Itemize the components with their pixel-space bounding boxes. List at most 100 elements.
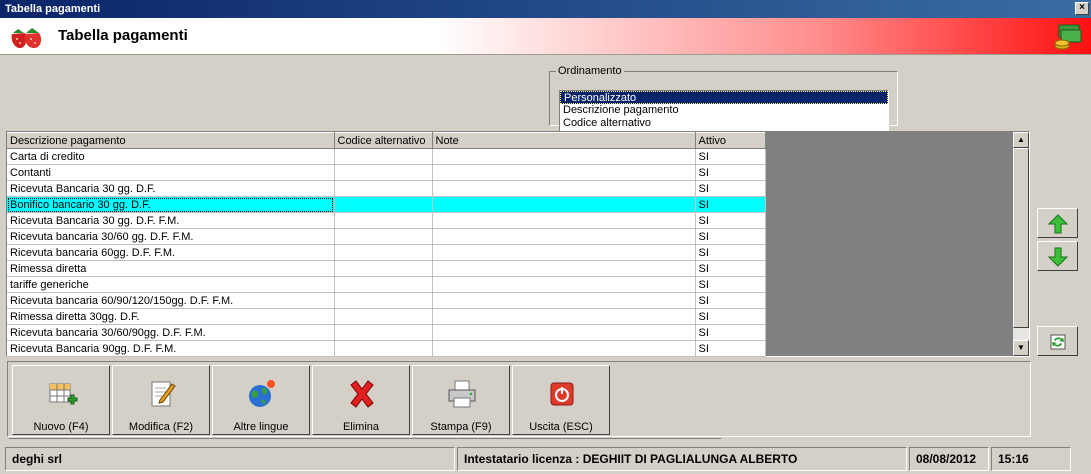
cell-description[interactable]: Carta di credito	[7, 148, 335, 165]
table-row[interactable]: Ricevuta Bancaria 30 gg. D.F. SI	[7, 180, 766, 197]
refresh-button[interactable]	[1037, 326, 1078, 356]
cell-description[interactable]: Contanti	[7, 164, 335, 181]
cell-notes[interactable]	[432, 228, 696, 245]
ordering-option[interactable]: Personalizzato	[560, 91, 888, 104]
scroll-down-button[interactable]: ▼	[1013, 340, 1029, 356]
scroll-up-button[interactable]: ▲	[1013, 132, 1029, 148]
status-date: 08/08/2012	[909, 447, 989, 471]
cell-notes[interactable]	[432, 292, 696, 309]
cell-description[interactable]: Ricevuta bancaria 30/60 gg. D.F. F.M.	[7, 228, 335, 245]
column-header-notes[interactable]: Note	[432, 132, 696, 149]
cell-active[interactable]: SI	[695, 228, 766, 245]
edit-icon	[151, 381, 176, 407]
move-down-button[interactable]	[1037, 241, 1078, 271]
cell-alt-code[interactable]	[334, 308, 433, 325]
cell-notes[interactable]	[432, 308, 696, 325]
cell-active[interactable]: SI	[695, 148, 766, 165]
cell-notes[interactable]	[432, 196, 696, 213]
cell-notes[interactable]	[432, 260, 696, 277]
cell-description[interactable]: Ricevuta Bancaria 30 gg. D.F. F.M.	[7, 212, 335, 229]
cell-description[interactable]: Ricevuta bancaria 60gg. D.F. F.M.	[7, 244, 335, 261]
table-row[interactable]: tariffe generiche SI	[7, 276, 766, 293]
close-button[interactable]: ×	[1075, 2, 1089, 15]
cell-active[interactable]: SI	[695, 164, 766, 181]
delete-icon	[350, 380, 374, 408]
column-header-description[interactable]: Descrizione pagamento	[7, 132, 335, 149]
table-row[interactable]: Ricevuta bancaria 60gg. D.F. F.M. SI	[7, 244, 766, 261]
cell-active[interactable]: SI	[695, 276, 766, 293]
splitter[interactable]	[9, 438, 721, 444]
cell-description[interactable]: tariffe generiche	[7, 276, 335, 293]
cell-description[interactable]: Rimessa diretta 30gg. D.F.	[7, 308, 335, 325]
cell-active[interactable]: SI	[695, 292, 766, 309]
cell-alt-code[interactable]	[334, 196, 433, 213]
ordering-option[interactable]: Codice alternativo	[560, 117, 888, 130]
ordering-list[interactable]: Personalizzato Descrizione pagamento Cod…	[559, 90, 889, 132]
cell-active[interactable]: SI	[695, 340, 766, 357]
cell-alt-code[interactable]	[334, 324, 433, 341]
cell-alt-code[interactable]	[334, 164, 433, 181]
table-row[interactable]: Rimessa diretta 30gg. D.F. SI	[7, 308, 766, 325]
print-button[interactable]: Stampa (F9)	[412, 365, 510, 435]
cell-active[interactable]: SI	[695, 244, 766, 261]
table-row[interactable]: Rimessa diretta SI	[7, 260, 766, 277]
cell-active[interactable]: SI	[695, 308, 766, 325]
move-up-button[interactable]	[1037, 208, 1078, 238]
cell-alt-code[interactable]	[334, 244, 433, 261]
cell-alt-code[interactable]	[334, 276, 433, 293]
cell-alt-code[interactable]	[334, 212, 433, 229]
printer-icon	[448, 380, 476, 408]
cell-notes[interactable]	[432, 340, 696, 357]
cell-alt-code[interactable]	[334, 148, 433, 165]
cell-active[interactable]: SI	[695, 260, 766, 277]
vertical-scrollbar[interactable]: ▲ ▼	[1013, 132, 1029, 356]
other-languages-label: Altre lingue	[233, 421, 289, 433]
cell-description[interactable]: Rimessa diretta	[7, 260, 335, 277]
table-row[interactable]: Contanti SI	[7, 164, 766, 181]
table-row[interactable]: Ricevuta bancaria 30/60 gg. D.F. F.M. SI	[7, 228, 766, 245]
ordering-legend: Ordinamento	[558, 65, 622, 77]
cell-alt-code[interactable]	[334, 292, 433, 309]
cell-description[interactable]: Ricevuta Bancaria 30 gg. D.F.	[7, 180, 335, 197]
column-header-alt-code[interactable]: Codice alternativo	[334, 132, 433, 149]
cell-active[interactable]: SI	[695, 324, 766, 341]
table-row[interactable]: Ricevuta Bancaria 30 gg. D.F. F.M. SI	[7, 212, 766, 229]
cell-alt-code[interactable]	[334, 260, 433, 277]
table-row[interactable]: Ricevuta bancaria 30/60/90gg. D.F. F.M. S…	[7, 324, 766, 341]
cell-notes[interactable]	[432, 148, 696, 165]
cell-alt-code[interactable]	[334, 340, 433, 357]
cell-description[interactable]: Bonifico bancario 30 gg. D.F.	[7, 196, 335, 213]
cell-description[interactable]: Ricevuta Bancaria 90gg. D.F. F.M.	[7, 340, 335, 357]
cell-alt-code[interactable]	[334, 228, 433, 245]
table-row[interactable]: Ricevuta Bancaria 90gg. D.F. F.M. SI	[7, 340, 766, 357]
cell-description[interactable]: Ricevuta bancaria 60/90/120/150gg. D.F. …	[7, 292, 335, 309]
cell-notes[interactable]	[432, 212, 696, 229]
cell-active[interactable]: SI	[695, 212, 766, 229]
other-languages-button[interactable]: Altre lingue	[212, 365, 310, 435]
cell-notes[interactable]	[432, 276, 696, 293]
refresh-icon	[1050, 334, 1066, 350]
edit-button[interactable]: Modifica (F2)	[112, 365, 210, 435]
payments-grid[interactable]: Descrizione pagamento Codice alternativo…	[6, 131, 1030, 357]
table-row[interactable]: Carta di credito SI	[7, 148, 766, 165]
column-header-active[interactable]: Attivo	[695, 132, 766, 149]
arrow-up-icon	[1048, 214, 1068, 234]
cell-notes[interactable]	[432, 324, 696, 341]
cell-description[interactable]: Ricevuta bancaria 30/60/90gg. D.F. F.M.	[7, 324, 335, 341]
table-header-row: Descrizione pagamento Codice alternativo…	[7, 132, 766, 149]
table-row[interactable]: Ricevuta bancaria 60/90/120/150gg. D.F. …	[7, 292, 766, 309]
cell-active[interactable]: SI	[695, 180, 766, 197]
delete-button[interactable]: Elimina	[312, 365, 410, 435]
cell-alt-code[interactable]	[334, 180, 433, 197]
cell-active[interactable]: SI	[695, 196, 766, 213]
cell-notes[interactable]	[432, 244, 696, 261]
cell-notes[interactable]	[432, 180, 696, 197]
new-button[interactable]: Nuovo (F4)	[12, 365, 110, 435]
table-row[interactable]: Bonifico bancario 30 gg. D.F. SI	[7, 196, 766, 213]
print-button-label: Stampa (F9)	[430, 421, 492, 433]
exit-button[interactable]: Uscita (ESC)	[512, 365, 610, 435]
scroll-thumb[interactable]	[1013, 148, 1029, 328]
ordering-option[interactable]: Descrizione pagamento	[560, 104, 888, 117]
header-banner: Tabella pagamenti	[0, 18, 1091, 55]
cell-notes[interactable]	[432, 164, 696, 181]
